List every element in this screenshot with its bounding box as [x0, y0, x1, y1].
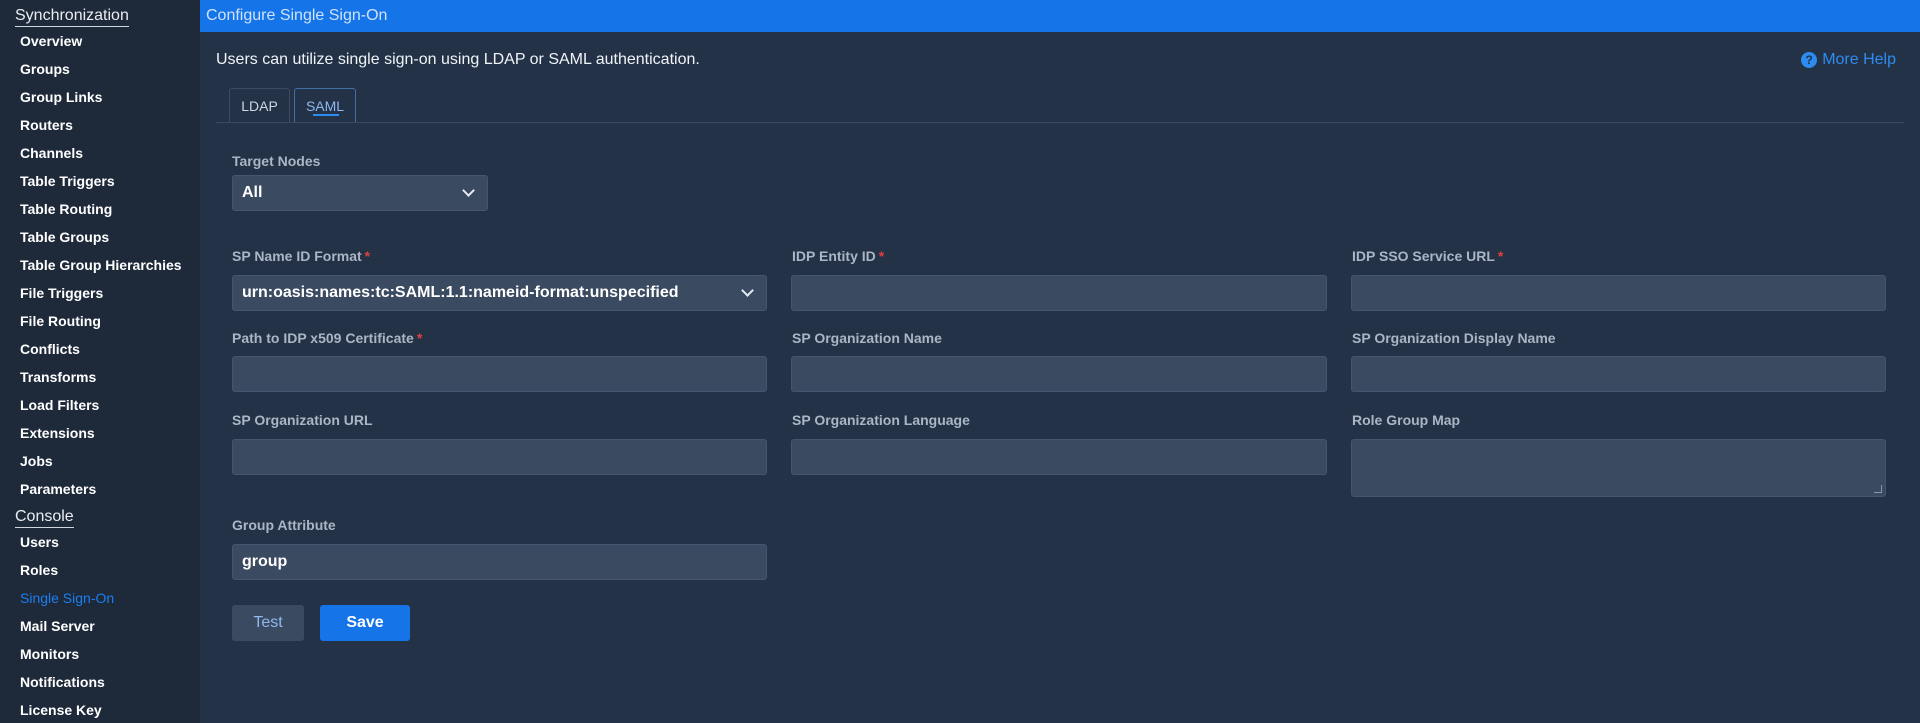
idp-sso-service-url-input[interactable] [1351, 275, 1886, 311]
sidebar-item-extensions[interactable]: Extensions [20, 424, 95, 442]
test-button[interactable]: Test [232, 605, 304, 641]
tab-divider [216, 122, 1904, 123]
idp-entity-id-label: IDP Entity ID * [792, 248, 885, 264]
main-content: Users can utilize single sign-on using L… [200, 32, 1920, 723]
sidebar-item-transforms[interactable]: Transforms [20, 368, 96, 386]
group-attribute-input[interactable]: group [232, 544, 767, 580]
more-help-label: More Help [1822, 51, 1896, 68]
sidebar-item-load-filters[interactable]: Load Filters [20, 396, 99, 414]
sidebar-item-mail-server[interactable]: Mail Server [20, 617, 95, 635]
target-nodes-label: Target Nodes [232, 153, 321, 169]
required-marker: * [1497, 248, 1504, 264]
sidebar-item-parameters[interactable]: Parameters [20, 480, 96, 498]
required-marker: * [416, 330, 423, 346]
chevron-down-icon [741, 284, 754, 297]
tab-ldap[interactable]: LDAP [229, 88, 290, 122]
tab-saml[interactable]: SAML [294, 88, 356, 122]
sidebar-item-channels[interactable]: Channels [20, 144, 83, 162]
group-attribute-label: Group Attribute [232, 517, 336, 533]
sidebar-item-license-key[interactable]: License Key [20, 701, 102, 719]
more-help-link[interactable]: ? More Help [1801, 51, 1896, 69]
idp-entity-id-input[interactable] [791, 275, 1327, 311]
sp-org-name-label: SP Organization Name [792, 330, 942, 346]
sp-org-url-label: SP Organization URL [232, 412, 373, 428]
sp-name-id-format-value: urn:oasis:names:tc:SAML:1.1:nameid-forma… [242, 284, 679, 301]
sidebar-item-table-group-hierarchies[interactable]: Table Group Hierarchies [20, 256, 182, 274]
target-nodes-select[interactable]: All [232, 175, 488, 211]
sidebar-item-routers[interactable]: Routers [20, 116, 73, 134]
sidebar-item-users[interactable]: Users [20, 533, 59, 551]
sidebar-section-synchronization: Synchronization [15, 6, 129, 27]
sp-org-language-input[interactable] [791, 439, 1327, 475]
sp-org-language-label: SP Organization Language [792, 412, 970, 428]
sidebar-item-jobs[interactable]: Jobs [20, 452, 53, 470]
sidebar-item-table-groups[interactable]: Table Groups [20, 228, 109, 246]
role-group-map-label: Role Group Map [1352, 412, 1461, 428]
sp-org-name-input[interactable] [791, 356, 1327, 392]
page-header: Configure Single Sign-On [200, 0, 1920, 32]
sidebar-item-conflicts[interactable]: Conflicts [20, 340, 80, 358]
role-group-map-textarea[interactable] [1351, 439, 1886, 497]
chevron-down-icon [462, 184, 475, 197]
tab-saml-label: SAML [305, 97, 345, 114]
sp-name-id-format-select[interactable]: urn:oasis:names:tc:SAML:1.1:nameid-forma… [232, 275, 767, 311]
sp-org-display-name-label: SP Organization Display Name [1352, 330, 1556, 346]
question-circle-icon: ? [1801, 52, 1818, 68]
idp-cert-path-label: Path to IDP x509 Certificate * [232, 330, 423, 346]
sidebar-item-notifications[interactable]: Notifications [20, 673, 105, 691]
sidebar: Synchronization Overview Groups Group Li… [0, 0, 200, 723]
sidebar-item-file-routing[interactable]: File Routing [20, 312, 101, 330]
page-title: Configure Single Sign-On [206, 7, 388, 24]
target-nodes-value: All [242, 184, 263, 201]
sidebar-item-overview[interactable]: Overview [20, 32, 82, 50]
sp-org-display-name-input[interactable] [1351, 356, 1886, 392]
idp-sso-service-url-label: IDP SSO Service URL * [1352, 248, 1504, 264]
active-tab-indicator [313, 114, 339, 116]
sidebar-item-file-triggers[interactable]: File Triggers [20, 284, 103, 302]
sidebar-item-roles[interactable]: Roles [20, 561, 58, 579]
required-marker: * [364, 248, 371, 264]
intro-text: Users can utilize single sign-on using L… [216, 51, 700, 68]
sidebar-item-groups[interactable]: Groups [20, 60, 70, 78]
resize-grip-icon[interactable] [1874, 485, 1882, 493]
save-button[interactable]: Save [320, 605, 410, 641]
tab-ldap-label: LDAP [241, 97, 278, 114]
sidebar-item-single-sign-on[interactable]: Single Sign-On [20, 589, 114, 607]
sidebar-section-console: Console [15, 507, 74, 528]
sidebar-item-group-links[interactable]: Group Links [20, 88, 102, 106]
required-marker: * [878, 248, 885, 264]
sidebar-item-table-triggers[interactable]: Table Triggers [20, 172, 115, 190]
idp-cert-path-input[interactable] [232, 356, 767, 392]
sp-org-url-input[interactable] [232, 439, 767, 475]
sidebar-item-monitors[interactable]: Monitors [20, 645, 79, 663]
sp-name-id-format-label: SP Name ID Format * [232, 248, 371, 264]
sidebar-item-table-routing[interactable]: Table Routing [20, 200, 112, 218]
